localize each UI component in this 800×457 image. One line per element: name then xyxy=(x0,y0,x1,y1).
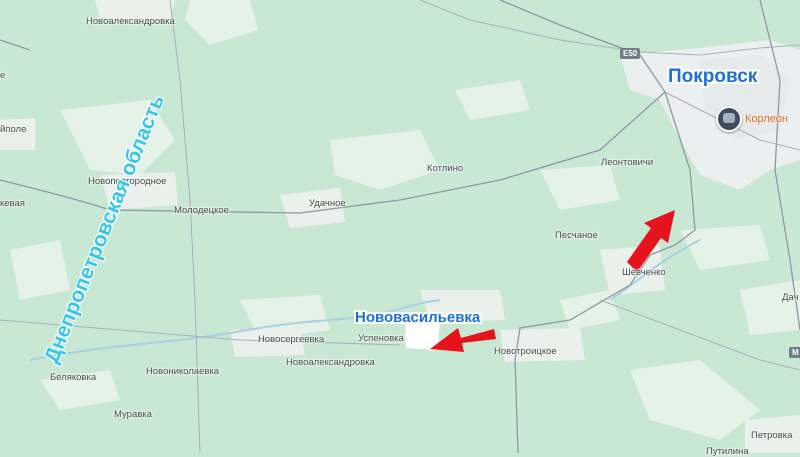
place-kotlino[interactable]: Котлино xyxy=(427,163,463,174)
label-pokrovsk[interactable]: Покровск xyxy=(668,66,757,88)
place-novonikolaevka[interactable]: Новониколаевка xyxy=(146,366,219,377)
place-uspenovka[interactable]: Успеновка xyxy=(358,333,404,344)
place-novoaleksandrovka-north[interactable]: Новоалександровка xyxy=(86,16,175,27)
place-novosergeevka[interactable]: Новосергеевка xyxy=(258,334,324,345)
place-peschanoe[interactable]: Песчаное xyxy=(555,230,598,241)
place-belyakovka[interactable]: Беляковка xyxy=(50,372,96,383)
place-e-left[interactable]: е xyxy=(0,70,5,81)
arrow-toward-novovasilevka xyxy=(430,328,496,352)
place-muravka[interactable]: Муравка xyxy=(114,409,152,420)
place-novoaleksandrovka-south[interactable]: Новоалександровка xyxy=(286,357,375,368)
poi-label[interactable]: Корлеон xyxy=(745,113,788,125)
place-udachnoe[interactable]: Удачное xyxy=(309,198,346,209)
route-shield-m: M xyxy=(789,347,800,358)
route-shield-e50: E50 xyxy=(620,48,641,59)
place-putilina[interactable]: Путилина xyxy=(706,446,749,457)
place-kevaya[interactable]: кевая xyxy=(0,198,25,209)
label-novovasilevka[interactable]: Нововасильевка xyxy=(355,309,480,326)
place-petrovka[interactable]: Петровка xyxy=(751,430,792,441)
place-novotroitskoe[interactable]: Новотроицкое xyxy=(494,346,557,357)
photo-avatar-icon[interactable] xyxy=(716,106,742,132)
place-leontovichi[interactable]: Леонтовичи xyxy=(601,157,653,168)
place-shevchenko[interactable]: Шевченко xyxy=(622,267,666,278)
place-molodetskoe[interactable]: Молодецкое xyxy=(174,205,229,216)
place-dach[interactable]: Дач xyxy=(782,292,798,303)
place-pole[interactable]: йполе xyxy=(0,124,26,135)
